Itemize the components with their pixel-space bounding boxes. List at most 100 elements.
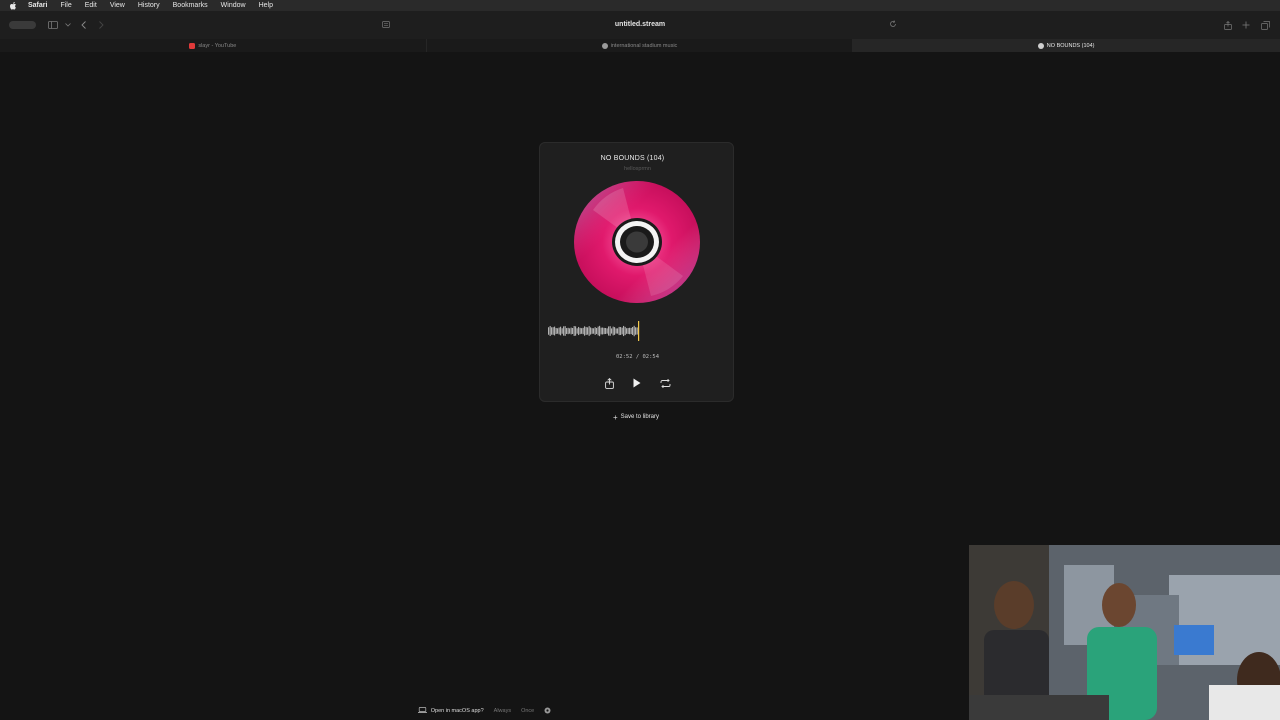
save-to-library-label: Save to library [620,414,660,420]
share-icon [604,377,614,389]
forward-icon[interactable] [96,20,106,30]
webcam-overlay [969,545,1280,720]
always-option[interactable]: Always [494,708,511,714]
track-title: NO BOUNDS (104) [600,155,665,162]
waveform-bar [599,325,601,337]
waveform-bar [617,328,619,334]
waveform-bar [572,328,574,334]
waveform-bar [549,325,551,337]
waveform-bar [600,327,602,335]
waveform-bar [588,326,590,336]
waveform-bar [584,326,586,336]
waveform-bar [570,327,572,335]
apple-icon[interactable] [10,1,20,10]
waveform-bar [557,328,559,334]
sidebar-icon[interactable] [48,20,58,30]
tab-no-bounds[interactable]: NO BOUNDS (104) [853,39,1280,52]
waveform-bar [603,327,605,335]
menu-window[interactable]: Window [221,2,246,9]
waveform-bar [560,326,562,336]
reload-icon[interactable] [889,20,897,30]
open-in-app-bar: Open in macOS app? Always Once [0,702,969,720]
site-favicon-icon [601,42,608,49]
once-option[interactable]: Once [521,708,534,714]
site-favicon-icon [1037,42,1044,49]
time-separator: / [635,354,640,360]
waveform-bar [558,327,560,335]
waveform-bar [578,326,580,336]
playhead-marker[interactable] [638,321,640,341]
cd-disc-artwork [574,181,700,303]
waveform-bar [633,325,635,337]
new-tab-icon[interactable] [1241,20,1251,30]
waveform-bar [624,326,626,336]
play-button[interactable] [630,376,644,390]
tab-youtube[interactable]: slayr - YouTube [0,39,427,52]
youtube-icon [189,42,196,49]
menu-help[interactable]: Help [259,2,273,9]
back-icon[interactable] [79,20,89,30]
plus-icon: + [612,412,618,422]
waveform-bar [602,327,604,335]
time-display: 02:52 / 02:54 [540,354,735,360]
share-button[interactable] [602,376,616,390]
waveform-bar [632,327,634,335]
waveform-bar [573,326,575,336]
waveform-bar [552,327,554,335]
menu-history[interactable]: History [138,2,160,9]
waveform-bar [564,326,566,336]
webcam-video-frame [969,545,1280,720]
waveform-bar [630,327,632,335]
waveform-bar [548,327,550,335]
waveform-bar [594,327,596,335]
waveform-bar [567,327,569,335]
waveform-bar [587,327,589,335]
tab-overview-icon[interactable] [1260,20,1270,30]
waveform-bar [608,326,610,336]
waveform-bar [623,325,625,337]
laptop-icon [417,707,427,715]
chevron-down-icon[interactable] [63,20,73,30]
waveform-bar [555,328,557,334]
menu-bookmarks[interactable]: Bookmarks [173,2,208,9]
waveform-bar [635,327,637,335]
menu-view[interactable]: View [110,2,125,9]
save-to-library-button[interactable]: + Save to library [603,410,669,424]
total-duration: 02:54 [642,354,660,360]
share-icon[interactable] [1223,20,1233,30]
waveform-bar [575,326,577,336]
waveform-bar [563,326,565,336]
menu-app-name[interactable]: Safari [28,2,47,9]
waveform-bar [576,328,578,334]
elapsed-time: 02:52 [615,354,633,360]
player-card: NO BOUNDS (104) hellosprmn 02:52 / 02:54 [539,142,734,402]
repeat-icon [660,378,670,388]
waveform-bar [609,326,611,336]
tab-label: international stadium music [610,42,678,49]
settings-icon[interactable] [544,707,551,716]
waveform-bar [582,327,584,335]
waveform-bar [581,328,583,334]
page-settings-icon[interactable] [382,21,390,30]
waveform-bar [627,328,629,334]
waveform-bar [626,328,628,334]
window-controls[interactable] [9,21,36,29]
waveform-bar [566,328,568,334]
address-bar[interactable]: untitled.stream [540,21,740,28]
waveform-scrubber[interactable] [548,320,653,342]
waveform-bar [569,328,571,334]
macos-menu-bar: Safari File Edit View History Bookmarks … [0,0,1280,11]
waveform-bar [561,328,563,334]
repeat-button[interactable] [658,376,672,390]
waveform-bar [615,328,617,334]
menu-edit[interactable]: Edit [85,2,97,9]
waveform-bar [590,327,592,335]
tab-stadium-music[interactable]: international stadium music [427,39,854,52]
waveform-bar [620,327,622,335]
waveform-bar [636,327,638,335]
waveform-bar [612,326,614,336]
waveform-bar [554,326,556,336]
waveform-bar [621,327,623,335]
play-icon [633,378,641,388]
menu-file[interactable]: File [60,2,71,9]
